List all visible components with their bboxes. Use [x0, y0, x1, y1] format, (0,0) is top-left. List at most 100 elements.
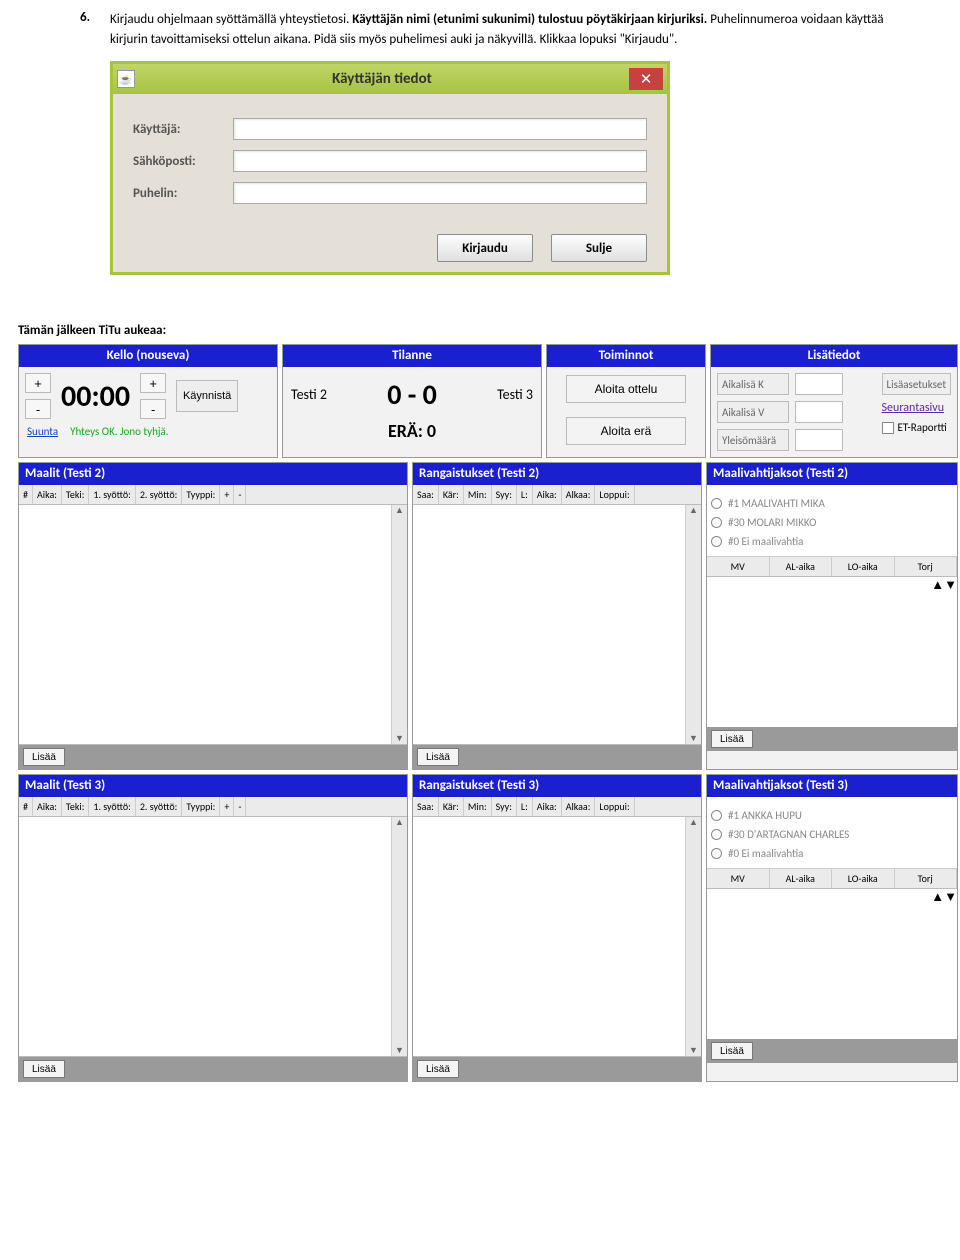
radio-icon — [711, 536, 722, 547]
timeout-away-button[interactable]: Aikalisä V — [717, 401, 789, 423]
add-penalty-t2[interactable]: Lisää — [417, 748, 459, 766]
radio-icon — [711, 829, 722, 840]
column-header: L: — [517, 485, 533, 504]
column-header: + — [220, 797, 234, 816]
timeout-away-value[interactable] — [795, 401, 843, 423]
login-dialog: ☕ Käyttäjän tiedot ✕ Käyttäjä: Sähköpost… — [110, 61, 670, 275]
radio-icon — [711, 848, 722, 859]
home-team: Testi 2 — [291, 386, 327, 403]
column-header: AL-aika — [770, 869, 833, 888]
step-text: Kirjaudu ohjelmaan syöttämällä yhteystie… — [110, 10, 910, 49]
start-match-button[interactable]: Aloita ottelu — [566, 375, 686, 403]
close-button[interactable]: Sulje — [551, 234, 647, 262]
column-header: 1. syöttö: — [89, 797, 135, 816]
goals-t3-header: Maalit (Testi 3) — [19, 775, 407, 797]
clock-sec-minus[interactable]: - — [140, 399, 166, 419]
titu-main: Kello (nouseva) + - 00:00 + - Käynnistä … — [18, 344, 958, 1082]
add-goalie-t3[interactable]: Lisää — [711, 1042, 753, 1060]
column-header: Alkaa: — [562, 485, 596, 504]
radio-icon — [711, 810, 722, 821]
email-label: Sähköposti: — [133, 154, 233, 169]
direction-link[interactable]: Suunta — [27, 425, 58, 438]
phone-input[interactable] — [233, 182, 647, 204]
column-header: 2. syöttö: — [136, 485, 182, 504]
et-report-label: ET-Raportti — [898, 421, 947, 434]
email-input[interactable] — [233, 150, 647, 172]
attendance-value[interactable] — [795, 429, 843, 451]
column-header: 2. syöttö: — [136, 797, 182, 816]
goalie-option[interactable]: #30 MOLARI MIKKO — [711, 516, 953, 529]
column-header: Teki: — [62, 485, 89, 504]
column-header: LO-aika — [832, 557, 895, 576]
column-header: Aika: — [33, 485, 62, 504]
et-report-checkbox[interactable]: ET-Raportti — [882, 421, 951, 434]
step-number: 6. — [80, 10, 110, 49]
goalie-t3-header: Maalivahtijaksot (Testi 3) — [707, 775, 957, 797]
start-clock-button[interactable]: Käynnistä — [176, 380, 238, 412]
goalie-option[interactable]: #30 D'ARTAGNAN CHARLES — [711, 828, 953, 841]
column-header: + — [220, 485, 234, 504]
goalie-option[interactable]: #1 ANKKA HUPU — [711, 809, 953, 822]
actions-header: Toiminnot — [547, 345, 705, 367]
clock-min-minus[interactable]: - — [25, 399, 51, 419]
scrollbar[interactable]: ▲▼ — [391, 505, 407, 744]
penalties-t3-header: Rangaistukset (Testi 3) — [413, 775, 701, 797]
tracking-page-link[interactable]: Seurantasivu — [882, 401, 951, 415]
clock-min-plus[interactable]: + — [25, 373, 51, 393]
timeout-home-button[interactable]: Aikalisä K — [717, 373, 789, 395]
status-header: Tilanne — [283, 345, 541, 367]
goals-t3-body — [19, 817, 391, 1056]
scrollbar[interactable]: ▲▼ — [931, 577, 957, 727]
column-header: Saa: — [413, 485, 439, 504]
extra-settings-button[interactable]: Lisäasetukset — [882, 373, 951, 395]
goals-t2-body — [19, 505, 391, 744]
dialog-title: Käyttäjän tiedot — [135, 70, 629, 88]
timeout-home-value[interactable] — [795, 373, 843, 395]
period-label: ERÄ: 0 — [291, 420, 533, 442]
scrollbar[interactable]: ▲▼ — [391, 817, 407, 1056]
penalties-t2-body — [413, 505, 685, 744]
scrollbar[interactable]: ▲▼ — [931, 889, 957, 1039]
column-header: Min: — [464, 797, 492, 816]
column-header: Syy: — [492, 797, 517, 816]
start-period-button[interactable]: Aloita erä — [566, 417, 686, 445]
user-input[interactable] — [233, 118, 647, 140]
goalie-t2-body — [707, 577, 931, 727]
clock-header: Kello (nouseva) — [19, 345, 277, 367]
goalie-option[interactable]: #0 Ei maalivahtia — [711, 535, 953, 548]
clock-time: 00:00 — [61, 378, 130, 415]
score: 0 - 0 — [387, 377, 437, 412]
login-button[interactable]: Kirjaudu — [437, 234, 533, 262]
column-header: AL-aika — [770, 557, 833, 576]
add-penalty-t3[interactable]: Lisää — [417, 1060, 459, 1078]
column-header: MV — [707, 557, 770, 576]
connection-status: Yhteys OK. Jono tyhjä. — [70, 425, 168, 438]
column-header: Min: — [464, 485, 492, 504]
goalie-name: #1 MAALIVAHTI MIKA — [728, 497, 825, 510]
scrollbar[interactable]: ▲▼ — [685, 505, 701, 744]
radio-icon — [711, 517, 722, 528]
column-header: LO-aika — [832, 869, 895, 888]
goals-t2-header: Maalit (Testi 2) — [19, 463, 407, 485]
phone-label: Puhelin: — [133, 186, 233, 201]
clock-sec-plus[interactable]: + — [140, 373, 166, 393]
goalie-name: #1 ANKKA HUPU — [728, 809, 802, 822]
column-header: Tyyppi: — [182, 797, 220, 816]
column-header: Saa: — [413, 797, 439, 816]
close-icon[interactable]: ✕ — [629, 68, 663, 90]
column-header: Loppui: — [595, 485, 634, 504]
column-header: # — [19, 797, 33, 816]
column-header: Torj — [895, 869, 958, 888]
java-icon: ☕ — [117, 70, 135, 88]
goalie-t3-body — [707, 889, 931, 1039]
goalie-option[interactable]: #1 MAALIVAHTI MIKA — [711, 497, 953, 510]
extra-header: Lisätiedot — [711, 345, 957, 367]
goalie-option[interactable]: #0 Ei maalivahtia — [711, 847, 953, 860]
attendance-button[interactable]: Yleisömäärä — [717, 429, 789, 451]
add-goalie-t2[interactable]: Lisää — [711, 730, 753, 748]
column-header: Kär: — [439, 797, 464, 816]
add-goal-t2[interactable]: Lisää — [23, 748, 65, 766]
add-goal-t3[interactable]: Lisää — [23, 1060, 65, 1078]
column-header: Torj — [895, 557, 958, 576]
scrollbar[interactable]: ▲▼ — [685, 817, 701, 1056]
